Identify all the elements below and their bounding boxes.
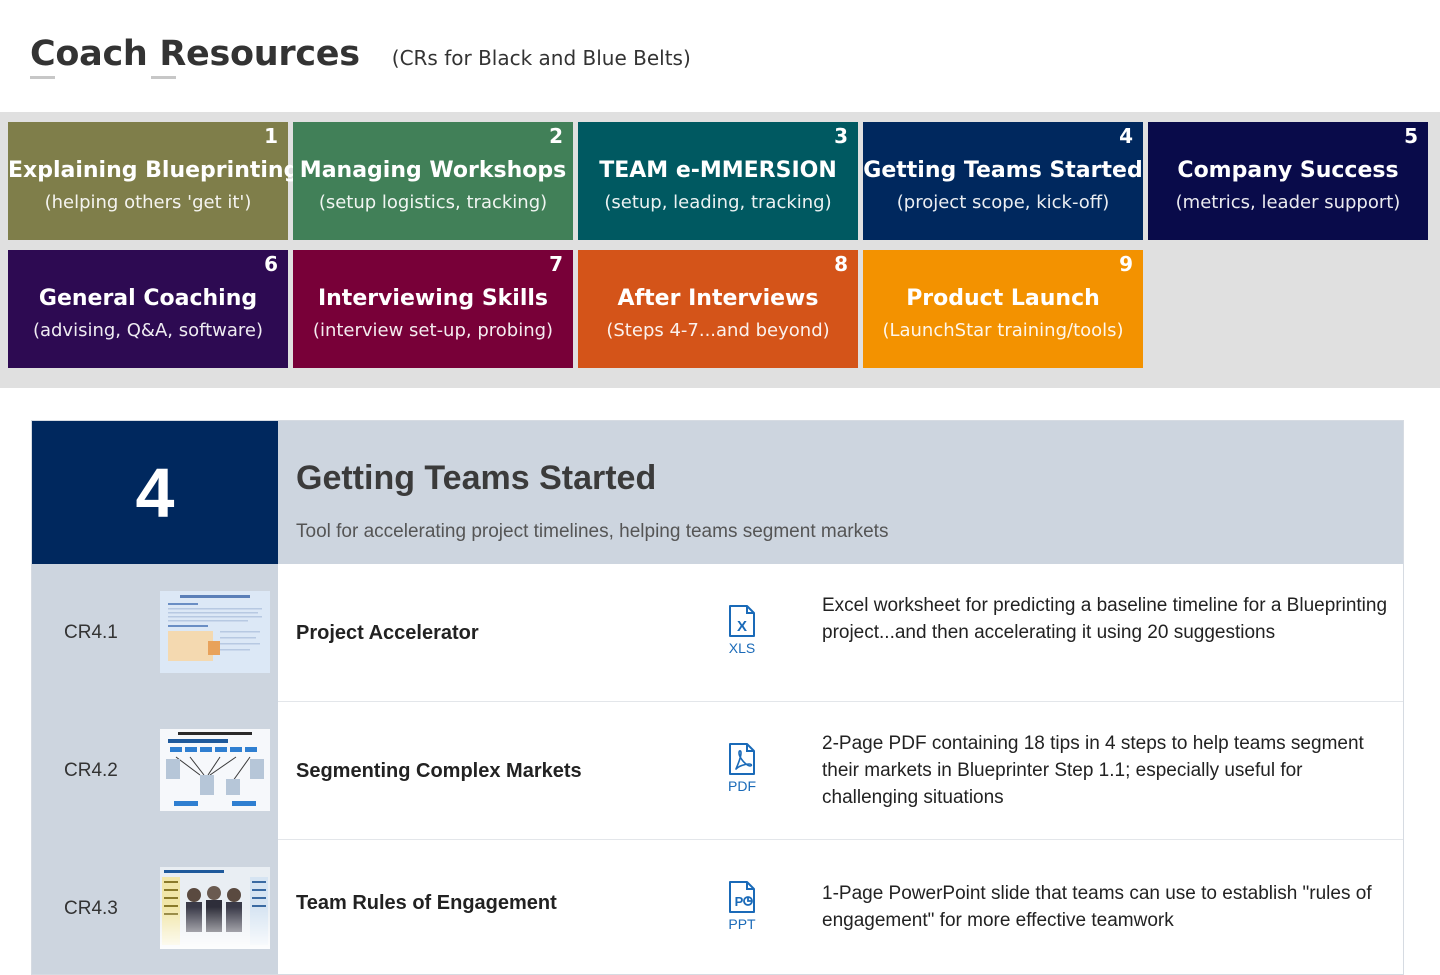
tile-number: 3 [834, 124, 848, 148]
tile-number: 5 [1404, 124, 1418, 148]
tile-number: 9 [1119, 252, 1133, 276]
tile-number: 6 [264, 252, 278, 276]
tile-title: Company Success [1177, 158, 1399, 183]
page-header: Coach Resources (CRs for Black and Blue … [30, 34, 691, 84]
resource-name: Team Rules of Engagement [296, 892, 557, 914]
pdf-download-link[interactable]: PDF [720, 742, 764, 794]
resource-id: CR4.2 [64, 760, 118, 781]
page-title: Coach Resources [30, 34, 360, 74]
tile-title: Interviewing Skills [317, 286, 549, 311]
tile-subtitle: (helping others 'get it') [44, 192, 252, 213]
file-type-label: PDF [728, 778, 756, 794]
file-type-label: XLS [728, 640, 756, 656]
xls-download-link[interactable]: X XLS [720, 604, 764, 656]
tile-getting-teams-started[interactable]: 4 Getting Teams Started (project scope, … [863, 122, 1143, 240]
powerpoint-file-icon: P [729, 881, 755, 913]
file-type-label: PPT [728, 916, 756, 932]
tile-subtitle: (metrics, leader support) [1175, 192, 1401, 213]
resource-id: CR4.3 [64, 898, 118, 919]
tile-subtitle: (advising, Q&A, software) [32, 320, 264, 341]
tile-title: General Coaching [38, 286, 258, 311]
ppt-download-link[interactable]: P PPT [720, 880, 764, 932]
tile-title: After Interviews [617, 286, 819, 311]
section-header: 4 Getting Teams Started Tool for acceler… [32, 421, 1403, 564]
tile-number: 1 [264, 124, 278, 148]
resource-description: Excel worksheet for predicting a baselin… [822, 595, 1388, 643]
tile-title: TEAM e-MMERSION [599, 158, 837, 183]
tile-subtitle: (LaunchStar training/tools) [882, 320, 1124, 341]
tile-subtitle: (setup logistics, tracking) [318, 192, 548, 213]
resource-row: CR4.3 Team Rules of Engagement P PPT 1-P… [32, 840, 1403, 974]
tile-subtitle: (project scope, kick-off) [896, 192, 1110, 213]
resource-name: Segmenting Complex Markets [296, 760, 582, 782]
resource-description: 2-Page PDF containing 18 tips in 4 steps… [822, 733, 1364, 808]
resource-description: 1-Page PowerPoint slide that teams can u… [822, 883, 1372, 931]
tile-number: 8 [834, 252, 848, 276]
tile-number: 2 [549, 124, 563, 148]
tile-title: Explaining Blueprinting [8, 158, 300, 183]
section-description: Tool for accelerating project timelines,… [296, 521, 889, 542]
section-panel: 4 Getting Teams Started Tool for acceler… [31, 420, 1404, 975]
tile-subtitle: (interview set-up, probing) [312, 320, 554, 341]
tile-interviewing-skills[interactable]: 7 Interviewing Skills (interview set-up,… [293, 250, 573, 368]
tile-title: Product Launch [906, 286, 1100, 311]
tile-product-launch[interactable]: 9 Product Launch (LaunchStar training/to… [863, 250, 1143, 368]
resource-row: CR4.1 Project Accelerator X XLS Excel wo… [32, 564, 1403, 702]
section-number: 4 [32, 421, 278, 564]
tile-team-e-mmersion[interactable]: 3 TEAM e-MMERSION (setup, leading, track… [578, 122, 858, 240]
tile-number: 4 [1119, 124, 1133, 148]
resource-id: CR4.1 [64, 622, 118, 643]
resource-thumbnail[interactable] [160, 729, 270, 811]
tile-general-coaching[interactable]: 6 General Coaching (advising, Q&A, softw… [8, 250, 288, 368]
resource-thumbnail[interactable] [160, 867, 270, 949]
tile-title: Getting Teams Started [863, 158, 1143, 183]
tile-explaining-blueprinting[interactable]: 1 Explaining Blueprinting (helping other… [8, 122, 300, 240]
section-title: Getting Teams Started [296, 459, 657, 497]
tile-after-interviews[interactable]: 8 After Interviews (Steps 4-7...and beyo… [578, 250, 858, 368]
pdf-file-icon [729, 743, 755, 775]
tile-subtitle: (Steps 4-7...and beyond) [606, 320, 830, 341]
resource-name: Project Accelerator [296, 622, 479, 644]
category-tiles: 1 Explaining Blueprinting (helping other… [0, 112, 1440, 388]
tile-subtitle: (setup, leading, tracking) [604, 192, 832, 213]
svg-text:P: P [735, 894, 744, 909]
excel-file-icon: X [729, 605, 755, 637]
resource-thumbnail[interactable] [160, 591, 270, 673]
tile-number: 7 [549, 252, 563, 276]
title-underline-mark [30, 76, 55, 79]
tile-title: Managing Workshops [299, 158, 567, 183]
tile-managing-workshops[interactable]: 2 Managing Workshops (setup logistics, t… [293, 122, 573, 240]
page-subtitle: (CRs for Black and Blue Belts) [391, 46, 691, 70]
tile-company-success[interactable]: 5 Company Success (metrics, leader suppo… [1148, 122, 1428, 240]
title-underline-mark [151, 76, 176, 79]
resource-row: CR4.2 Segmenting Complex Markets PDF 2-P… [32, 702, 1403, 840]
svg-text:X: X [737, 618, 747, 635]
